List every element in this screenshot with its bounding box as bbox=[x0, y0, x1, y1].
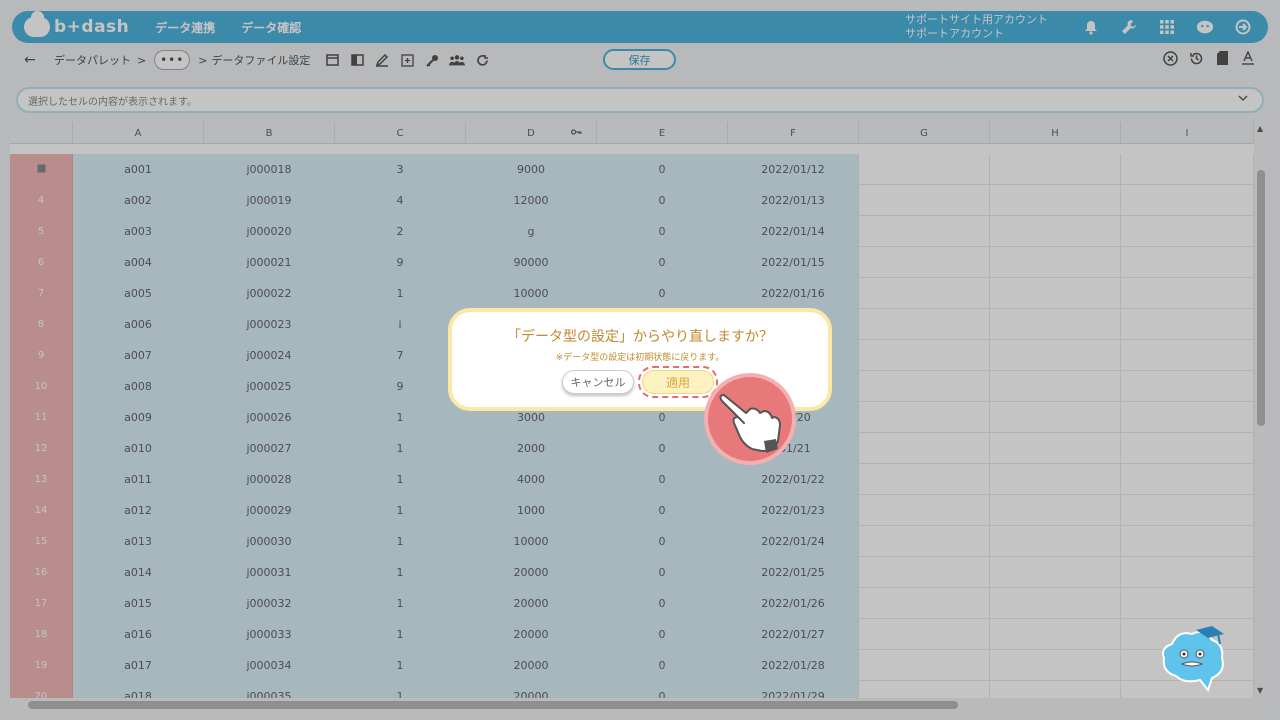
pointer-hand-icon bbox=[704, 373, 796, 465]
dialog-title: 「データ型の設定」からやり直しますか？ bbox=[507, 329, 773, 345]
apply-highlight: 適用 bbox=[638, 366, 718, 398]
mascot-character[interactable] bbox=[1158, 626, 1228, 693]
cancel-button[interactable]: キャンセル bbox=[562, 370, 634, 394]
dialog-note: ※データ型の設定は初期状態に戻ります。 bbox=[555, 353, 725, 363]
apply-button[interactable]: 適用 bbox=[642, 370, 714, 394]
